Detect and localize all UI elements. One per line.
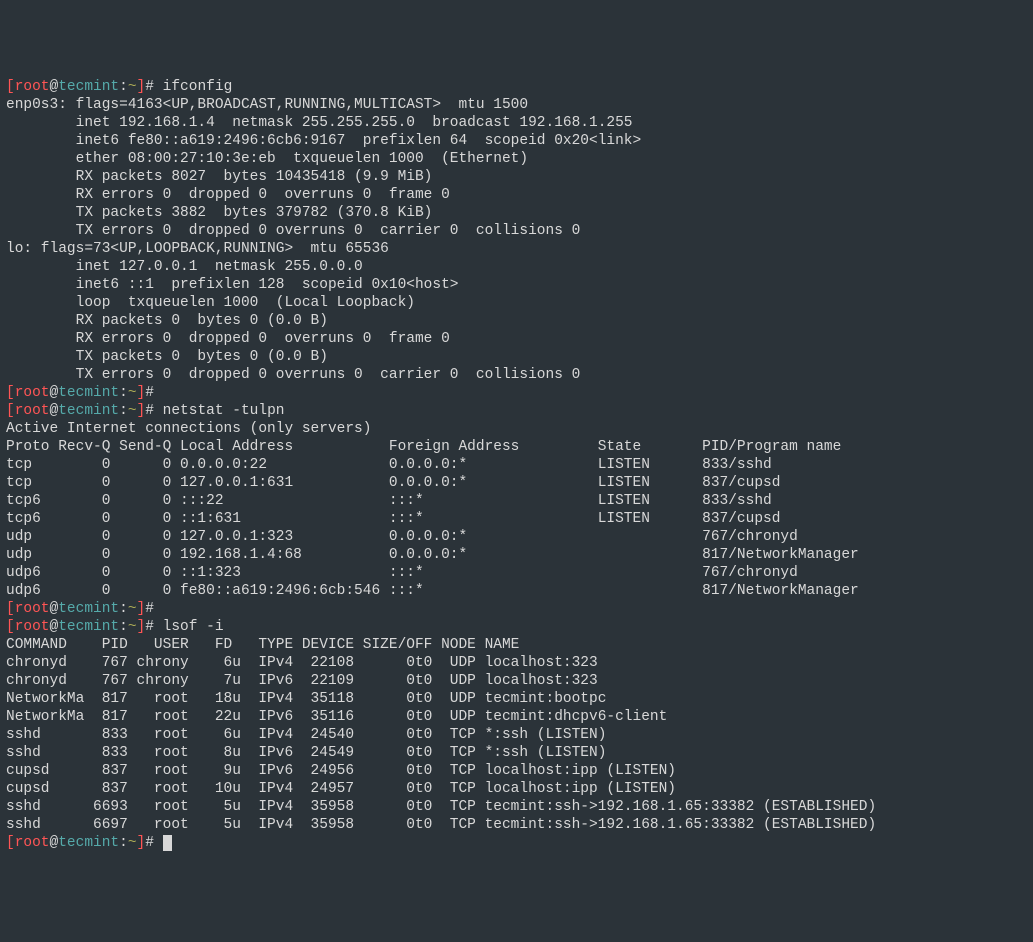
command-text: ifconfig — [163, 79, 233, 95]
prompt-host: tecmint — [58, 79, 119, 95]
prompt-at: @ — [50, 79, 59, 95]
output-line: tcp6 0 0 :::22 :::* LISTEN 833/sshd — [6, 492, 1027, 510]
prompt-hash: # — [145, 79, 154, 95]
prompt-path: ~ — [128, 385, 137, 401]
prompt-line: [root@tecmint:~]# netstat -tulpn — [6, 402, 1027, 420]
output-line: TX packets 0 bytes 0 (0.0 B) — [6, 348, 1027, 366]
output-line: RX packets 0 bytes 0 (0.0 B) — [6, 312, 1027, 330]
prompt-path: ~ — [128, 79, 137, 95]
output-line: sshd 6693 root 5u IPv4 35958 0t0 TCP tec… — [6, 798, 1027, 816]
output-line: cupsd 837 root 9u IPv6 24956 0t0 TCP loc… — [6, 762, 1027, 780]
output-line: TX packets 3882 bytes 379782 (370.8 KiB) — [6, 204, 1027, 222]
output-line: inet 192.168.1.4 netmask 255.255.255.0 b… — [6, 114, 1027, 132]
prompt-colon: : — [119, 79, 128, 95]
output-line: enp0s3: flags=4163<UP,BROADCAST,RUNNING,… — [6, 96, 1027, 114]
output-line: udp 0 0 127.0.0.1:323 0.0.0.0:* 767/chro… — [6, 528, 1027, 546]
output-line: RX packets 8027 bytes 10435418 (9.9 MiB) — [6, 168, 1027, 186]
prompt-host: tecmint — [58, 619, 119, 635]
cursor — [163, 835, 172, 851]
command-text: lsof -i — [163, 619, 224, 635]
output-line: chronyd 767 chrony 6u IPv4 22108 0t0 UDP… — [6, 654, 1027, 672]
prompt-host: tecmint — [58, 385, 119, 401]
prompt-colon: : — [119, 385, 128, 401]
prompt-bracket-close: ] — [137, 403, 146, 419]
prompt-host: tecmint — [58, 403, 119, 419]
output-line: TX errors 0 dropped 0 overruns 0 carrier… — [6, 366, 1027, 384]
prompt-hash: # — [145, 835, 154, 851]
output-line: sshd 833 root 6u IPv4 24540 0t0 TCP *:ss… — [6, 726, 1027, 744]
output-line: tcp6 0 0 ::1:631 :::* LISTEN 837/cupsd — [6, 510, 1027, 528]
output-line: COMMAND PID USER FD TYPE DEVICE SIZE/OFF… — [6, 636, 1027, 654]
prompt-path: ~ — [128, 601, 137, 617]
output-line: NetworkMa 817 root 18u IPv4 35118 0t0 UD… — [6, 690, 1027, 708]
output-line: cupsd 837 root 10u IPv4 24957 0t0 TCP lo… — [6, 780, 1027, 798]
prompt-bracket-close: ] — [137, 79, 146, 95]
prompt-at: @ — [50, 601, 59, 617]
prompt-colon: : — [119, 835, 128, 851]
output-line: tcp 0 0 0.0.0.0:22 0.0.0.0:* LISTEN 833/… — [6, 456, 1027, 474]
output-line: loop txqueuelen 1000 (Local Loopback) — [6, 294, 1027, 312]
prompt-at: @ — [50, 403, 59, 419]
prompt-path: ~ — [128, 619, 137, 635]
prompt-bracket-open: [ — [6, 403, 15, 419]
output-line: inet6 fe80::a619:2496:6cb6:9167 prefixle… — [6, 132, 1027, 150]
prompt-bracket-open: [ — [6, 385, 15, 401]
output-line: inet 127.0.0.1 netmask 255.0.0.0 — [6, 258, 1027, 276]
prompt-bracket-open: [ — [6, 601, 15, 617]
terminal[interactable]: [root@tecmint:~]# ifconfigenp0s3: flags=… — [6, 78, 1027, 852]
output-line: NetworkMa 817 root 22u IPv6 35116 0t0 UD… — [6, 708, 1027, 726]
prompt-host: tecmint — [58, 601, 119, 617]
prompt-bracket-close: ] — [137, 601, 146, 617]
output-line: Active Internet connections (only server… — [6, 420, 1027, 438]
output-line: sshd 6697 root 5u IPv4 35958 0t0 TCP tec… — [6, 816, 1027, 834]
prompt-bracket-close: ] — [137, 385, 146, 401]
prompt-line: [root@tecmint:~]# — [6, 384, 1027, 402]
prompt-user: root — [15, 619, 50, 635]
prompt-at: @ — [50, 619, 59, 635]
output-line: chronyd 767 chrony 7u IPv6 22109 0t0 UDP… — [6, 672, 1027, 690]
prompt-hash: # — [145, 385, 154, 401]
output-line: tcp 0 0 127.0.0.1:631 0.0.0.0:* LISTEN 8… — [6, 474, 1027, 492]
output-line: RX errors 0 dropped 0 overruns 0 frame 0 — [6, 186, 1027, 204]
output-line: Proto Recv-Q Send-Q Local Address Foreig… — [6, 438, 1027, 456]
output-line: RX errors 0 dropped 0 overruns 0 frame 0 — [6, 330, 1027, 348]
output-line: udp 0 0 192.168.1.4:68 0.0.0.0:* 817/Net… — [6, 546, 1027, 564]
prompt-user: root — [15, 403, 50, 419]
output-line: lo: flags=73<UP,LOOPBACK,RUNNING> mtu 65… — [6, 240, 1027, 258]
prompt-hash: # — [145, 601, 154, 617]
prompt-user: root — [15, 385, 50, 401]
prompt-at: @ — [50, 385, 59, 401]
prompt-bracket-close: ] — [137, 619, 146, 635]
output-line: ether 08:00:27:10:3e:eb txqueuelen 1000 … — [6, 150, 1027, 168]
prompt-colon: : — [119, 403, 128, 419]
prompt-at: @ — [50, 835, 59, 851]
output-line: udp6 0 0 ::1:323 :::* 767/chronyd — [6, 564, 1027, 582]
prompt-user: root — [15, 601, 50, 617]
prompt-bracket-open: [ — [6, 79, 15, 95]
prompt-line: [root@tecmint:~]# — [6, 834, 1027, 852]
prompt-path: ~ — [128, 403, 137, 419]
prompt-path: ~ — [128, 835, 137, 851]
prompt-line: [root@tecmint:~]# lsof -i — [6, 618, 1027, 636]
prompt-bracket-open: [ — [6, 619, 15, 635]
output-line: TX errors 0 dropped 0 overruns 0 carrier… — [6, 222, 1027, 240]
prompt-line: [root@tecmint:~]# ifconfig — [6, 78, 1027, 96]
prompt-user: root — [15, 835, 50, 851]
prompt-user: root — [15, 79, 50, 95]
prompt-hash: # — [145, 403, 154, 419]
prompt-hash: # — [145, 619, 154, 635]
output-line: udp6 0 0 fe80::a619:2496:6cb:546 :::* 81… — [6, 582, 1027, 600]
output-line: sshd 833 root 8u IPv6 24549 0t0 TCP *:ss… — [6, 744, 1027, 762]
prompt-colon: : — [119, 601, 128, 617]
prompt-bracket-open: [ — [6, 835, 15, 851]
prompt-bracket-close: ] — [137, 835, 146, 851]
prompt-host: tecmint — [58, 835, 119, 851]
prompt-line: [root@tecmint:~]# — [6, 600, 1027, 618]
prompt-colon: : — [119, 619, 128, 635]
command-text: netstat -tulpn — [163, 403, 285, 419]
output-line: inet6 ::1 prefixlen 128 scopeid 0x10<hos… — [6, 276, 1027, 294]
